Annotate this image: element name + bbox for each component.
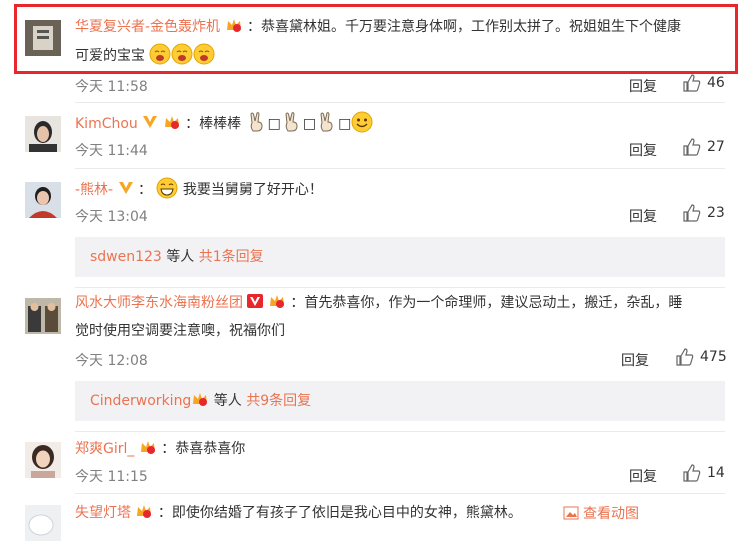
comment-line: -熊林- ： 我要当舅舅了好开心！ <box>75 177 323 202</box>
member-crown-icon <box>137 505 152 518</box>
victory-hand-icon <box>320 112 333 132</box>
avatar[interactable] <box>25 505 61 541</box>
username-link[interactable]: -熊林- <box>75 182 113 198</box>
comment-line: 觉时使用空调要注意噢，祝福你们 <box>75 319 285 343</box>
replies-mid-text: 等人 <box>161 249 199 265</box>
reply-user-link[interactable]: Cinderworking <box>90 393 191 409</box>
member-crown-icon <box>193 393 208 406</box>
divider <box>75 168 725 169</box>
like-count: 46 <box>707 75 725 91</box>
replies-summary: Cinderworking 等人 共9条回复 <box>75 381 725 421</box>
replies-mid-text: 等人 <box>209 393 247 409</box>
member-crown-icon <box>269 295 284 308</box>
grin-emoji-icon <box>156 177 178 199</box>
divider <box>75 493 725 494</box>
comment-line: KimChou ：棒棒棒 □ □ □ <box>75 111 373 136</box>
reply-button[interactable]: 回复 <box>621 350 649 370</box>
comment-text: ：棒棒棒 <box>185 116 242 132</box>
view-replies-link[interactable]: 共9条回复 <box>246 393 311 409</box>
comment-text: ：恭喜恭喜你 <box>161 441 246 457</box>
avatar[interactable] <box>25 182 61 218</box>
username-link[interactable]: 风水大师李东水海南粉丝团 <box>75 295 243 311</box>
like-count: 23 <box>707 205 725 221</box>
divider <box>75 102 725 103</box>
comment-line: 失望灯塔 ：即使你结婚了有孩子了依旧是我心目中的女神，熊黛林。 <box>75 501 522 525</box>
thumbs-up-icon <box>683 204 701 222</box>
username-link[interactable]: 郑爽Girl_ <box>75 441 134 457</box>
victory-hand-icon <box>285 112 298 132</box>
smile-emoji-icon <box>351 111 373 133</box>
comment-text: ：首先恭喜你，作为一个命理师，建议忌动土，搬迁，杂乱，睡 <box>290 295 683 311</box>
placeholder-glyph: □ <box>302 116 317 132</box>
thumbs-up-icon <box>683 138 701 156</box>
highlight-box <box>14 4 738 74</box>
thumbs-up-icon <box>683 464 701 482</box>
comment-text: 觉时使用空调要注意噢，祝福你们 <box>75 323 285 339</box>
comment-time: 今天 11:44 <box>75 143 148 159</box>
comment-time: 今天 11:58 <box>75 79 148 95</box>
reply-button[interactable]: 回复 <box>629 76 657 96</box>
comment-text: ：即使你结婚了有孩子了依旧是我心目中的女神，熊黛林。 <box>157 505 522 521</box>
comment-time: 今天 12:08 <box>75 353 148 369</box>
placeholder-glyph: □ <box>338 116 352 132</box>
comment-separator: ： <box>138 182 153 198</box>
member-crown-icon <box>164 116 179 129</box>
comment-line: 郑爽Girl_ ：恭喜恭喜你 <box>75 437 245 461</box>
divider <box>75 287 725 288</box>
thumbs-up-icon <box>683 74 701 92</box>
like-count: 14 <box>707 465 725 481</box>
victory-hand-icon <box>250 112 263 132</box>
comment-time: 今天 11:15 <box>75 469 148 485</box>
verified-v-icon <box>118 182 133 194</box>
verified-v-icon <box>247 294 264 308</box>
image-icon <box>563 506 579 520</box>
reply-button[interactable]: 回复 <box>629 140 657 160</box>
avatar[interactable] <box>25 298 61 334</box>
like-button[interactable]: 46 <box>683 74 725 92</box>
like-button[interactable]: 475 <box>676 348 727 366</box>
thumbs-up-icon <box>676 348 694 366</box>
avatar[interactable] <box>25 116 61 152</box>
like-button[interactable]: 23 <box>683 204 725 222</box>
avatar[interactable] <box>25 442 61 478</box>
view-gif-label: 查看动图 <box>583 506 639 522</box>
placeholder-glyph: □ <box>267 116 281 132</box>
member-crown-icon <box>140 441 155 454</box>
reply-button[interactable]: 回复 <box>629 206 657 226</box>
username-link[interactable]: KimChou <box>75 116 138 132</box>
like-count: 475 <box>700 349 727 365</box>
comment-text: 我要当舅舅了好开心！ <box>182 182 323 198</box>
like-count: 27 <box>707 139 725 155</box>
username-link[interactable]: 失望灯塔 <box>75 505 131 521</box>
reply-user-link[interactable]: sdwen123 <box>90 249 162 265</box>
view-gif-button[interactable]: 查看动图 <box>563 503 639 523</box>
verified-v-icon <box>143 116 158 128</box>
like-button[interactable]: 14 <box>683 464 725 482</box>
comment-line: 风水大师李东水海南粉丝团 ：首先恭喜你，作为一个命理师，建议忌动土，搬迁，杂乱，… <box>75 291 682 315</box>
view-replies-link[interactable]: 共1条回复 <box>199 249 264 265</box>
comment-time: 今天 13:04 <box>75 209 148 225</box>
reply-button[interactable]: 回复 <box>629 466 657 486</box>
like-button[interactable]: 27 <box>683 138 725 156</box>
replies-summary: sdwen123 等人 共1条回复 <box>75 237 725 277</box>
divider <box>75 431 725 432</box>
